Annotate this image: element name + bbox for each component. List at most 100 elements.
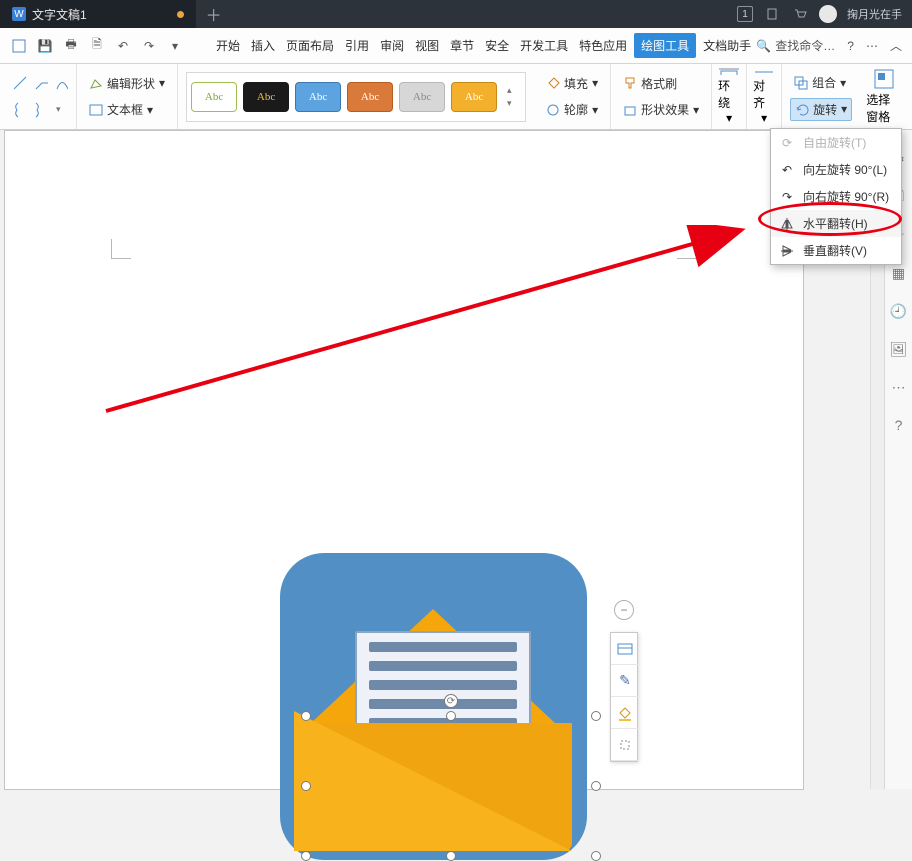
align-group[interactable]: 对齐▾ [747, 64, 782, 129]
select-pane-group[interactable]: 选择窗格 [860, 64, 908, 129]
ribbon-fill-outline-group: 填充 ▾ 轮廓 ▾ [534, 64, 611, 129]
sb-table-icon[interactable]: ▦ [890, 264, 908, 282]
flip-vertical[interactable]: 垂直翻转(V) [771, 237, 901, 264]
style-chip-6[interactable]: Abc [451, 82, 497, 112]
rotation-handle[interactable]: ⟳ [444, 694, 458, 708]
shape-effect-button[interactable]: 形状效果 ▾ [619, 99, 703, 120]
tab-review[interactable]: 审阅 [376, 33, 408, 58]
flip-v-label: 垂直翻转(V) [803, 242, 867, 259]
brace-right-icon[interactable] [34, 102, 50, 118]
group-icon [794, 76, 808, 90]
vertical-scrollbar[interactable] [870, 260, 884, 789]
sb-ellipsis-icon[interactable]: ⋯ [890, 378, 908, 396]
select-pane-label: 选择窗格 [866, 91, 902, 125]
preview-icon[interactable]: 🗎 [88, 37, 106, 55]
handle-nw[interactable] [301, 711, 311, 721]
brace-left-icon[interactable] [12, 102, 28, 118]
textbox-button[interactable]: 文本框 ▾ [85, 99, 169, 120]
fill-button[interactable]: 填充 ▾ [542, 73, 602, 94]
mini-edit-icon[interactable]: ✎ [611, 665, 639, 697]
mini-more-icon[interactable] [611, 729, 639, 761]
collapse-mini-toolbar[interactable]: − [614, 600, 634, 620]
format-painter-label: 格式刷 [641, 75, 677, 92]
sb-image-icon[interactable]: 🖼 [890, 340, 908, 358]
avatar[interactable] [819, 5, 837, 23]
outline-button[interactable]: 轮廓 ▾ [542, 99, 602, 120]
ribbon-shape-lines: ▾ [4, 64, 77, 129]
handle-sw[interactable] [301, 851, 311, 861]
app-menu-icon[interactable] [10, 37, 28, 55]
tab-reference[interactable]: 引用 [341, 33, 373, 58]
handle-ne[interactable] [591, 711, 601, 721]
qat-more-icon[interactable]: ▾ [166, 37, 184, 55]
ribbon-rotate-group: 组合 ▾ 旋转 ▾ [782, 64, 860, 129]
document-page[interactable] [4, 130, 804, 790]
tab-view[interactable]: 视图 [411, 33, 443, 58]
format-painter-button[interactable]: 格式刷 [619, 73, 703, 94]
search-icon: 🔍 [756, 39, 771, 53]
edit-shape-label: 编辑形状 [107, 75, 155, 92]
line-icon[interactable] [12, 75, 28, 91]
mini-fill-icon[interactable] [611, 697, 639, 729]
style-chip-2[interactable]: Abc [243, 82, 289, 112]
style-chip-5[interactable]: Abc [399, 82, 445, 112]
doc-icon: W [12, 7, 26, 21]
tab-chapter[interactable]: 章节 [446, 33, 478, 58]
handle-s[interactable] [446, 851, 456, 861]
tab-doc-assistant[interactable]: 文档助手 [699, 33, 755, 58]
rotate-label: 旋转 [813, 101, 837, 118]
shape-gallery-more-icon[interactable]: ▾ [56, 104, 61, 115]
group-button[interactable]: 组合 ▾ [790, 72, 852, 93]
tab-dev-tools[interactable]: 开发工具 [516, 33, 572, 58]
style-chip-1[interactable]: Abc [191, 82, 237, 112]
sb-help-icon[interactable]: ? [890, 416, 908, 434]
shape-effect-label: 形状效果 [641, 101, 689, 118]
cart-icon[interactable] [791, 5, 809, 23]
search-command[interactable]: 🔍 查找命令… [756, 37, 835, 54]
document-tab[interactable]: W 文字文稿1 [0, 0, 196, 28]
group-label: 组合 [812, 74, 836, 91]
tab-security[interactable]: 安全 [481, 33, 513, 58]
tab-start[interactable]: 开始 [212, 33, 244, 58]
fill-label: 填充 [564, 75, 588, 92]
rotate-left-90[interactable]: ↶ 向左旋转 90°(L) [771, 156, 901, 183]
add-tab-button[interactable]: ＋ [200, 0, 228, 28]
handle-e[interactable] [591, 781, 601, 791]
more-icon[interactable]: ⋯ [866, 39, 878, 53]
style-chip-3[interactable]: Abc [295, 82, 341, 112]
elbow-connector-icon[interactable] [34, 75, 50, 91]
help-icon[interactable]: ? [847, 39, 854, 53]
print-icon[interactable]: 🖶 [62, 37, 80, 55]
selection-box[interactable]: ⟳ [306, 716, 596, 856]
shape-style-gallery[interactable]: Abc Abc Abc Abc Abc Abc ▴▾ [186, 72, 526, 122]
redo-icon[interactable]: ↷ [140, 37, 158, 55]
shape-effect-icon [623, 103, 637, 117]
style-chip-4[interactable]: Abc [347, 82, 393, 112]
edit-shape-button[interactable]: 编辑形状 ▾ [85, 73, 169, 94]
mini-layout-icon[interactable] [611, 633, 639, 665]
undo-icon[interactable]: ↶ [114, 37, 132, 55]
tab-featured[interactable]: 特色应用 [575, 33, 631, 58]
rotate-button[interactable]: 旋转 ▾ [790, 98, 852, 121]
mini-toolbar: ✎ [610, 632, 638, 762]
handle-n[interactable] [446, 711, 456, 721]
handle-se[interactable] [591, 851, 601, 861]
wrap-group[interactable]: 环绕▾ [712, 64, 747, 129]
sb-history-icon[interactable]: 🕘 [890, 302, 908, 320]
rotate-right-icon: ↷ [779, 189, 795, 205]
ribbon-format-effect-group: 格式刷 形状效果 ▾ [611, 64, 712, 129]
free-rotate-icon: ⟳ [779, 135, 795, 151]
handle-w[interactable] [301, 781, 311, 791]
edit-shape-icon [89, 76, 103, 90]
rotate-free: ⟳ 自由旋转(T) [771, 129, 901, 156]
gallery-scroll[interactable]: ▴▾ [507, 85, 521, 109]
collapse-icon[interactable]: ︿ [890, 37, 902, 54]
clipboard-icon[interactable] [763, 5, 781, 23]
tab-insert[interactable]: 插入 [247, 33, 279, 58]
align-icon [753, 68, 775, 75]
tab-page-layout[interactable]: 页面布局 [282, 33, 338, 58]
tab-drawing-tools[interactable]: 绘图工具 [634, 33, 696, 58]
curve-icon[interactable] [56, 75, 68, 91]
save-icon[interactable]: 💾 [36, 37, 54, 55]
titlebar: W 文字文稿1 ＋ 1 掬月光在手 [0, 0, 912, 28]
